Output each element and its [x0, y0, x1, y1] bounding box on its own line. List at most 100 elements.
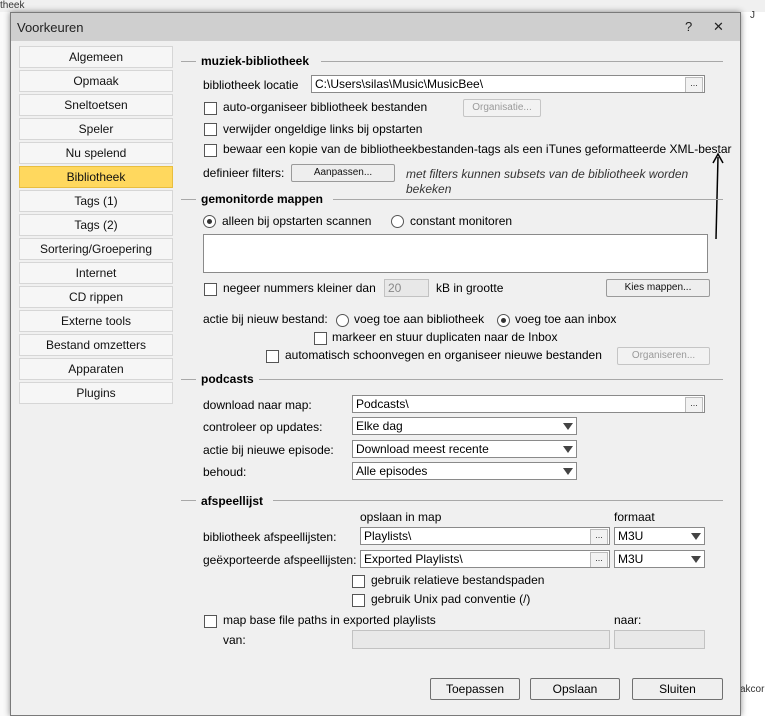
- constant-monitor-radio[interactable]: [391, 215, 404, 228]
- exported-playlists-label: geëxporteerde afspeellijsten:: [203, 553, 357, 567]
- section-divider: [181, 500, 196, 501]
- window-title: Voorkeuren: [17, 20, 84, 35]
- mark-duplicates-checkbox[interactable]: [314, 332, 327, 345]
- sidebar-item-apparaten[interactable]: Apparaten: [19, 358, 173, 380]
- preferences-dialog: Voorkeuren ? ✕ Algemeen Opmaak Sneltoets…: [10, 12, 741, 716]
- add-to-library-label: voeg toe aan bibliotheek: [354, 312, 485, 326]
- unix-paths-checkbox[interactable]: [352, 594, 365, 607]
- customize-filters-button[interactable]: Aanpassen...: [291, 164, 395, 182]
- sidebar-item-tags-1[interactable]: Tags (1): [19, 190, 173, 212]
- browse-library-playlists-button[interactable]: ...: [590, 529, 608, 544]
- sidebar-item-algemeen[interactable]: Algemeen: [19, 46, 173, 68]
- ignore-size-input[interactable]: 20: [384, 279, 429, 297]
- ignore-small-label: negeer nummers kleiner dan: [223, 281, 376, 295]
- close-window-button[interactable]: ✕: [713, 19, 724, 35]
- scan-startup-label: alleen bij opstarten scannen: [222, 214, 372, 228]
- ignore-unit-label: kB in grootte: [436, 281, 504, 295]
- remove-links-checkbox[interactable]: [204, 123, 217, 136]
- sidebar-item-bibliotheek[interactable]: Bibliotheek: [19, 166, 173, 188]
- podcast-updates-select[interactable]: Elke dag: [352, 417, 577, 435]
- section-title-playlists: afspeellijst: [201, 494, 264, 508]
- auto-clean-label: automatisch schoonvegen en organiseer ni…: [285, 348, 602, 362]
- save-button[interactable]: Opslaan: [530, 678, 620, 700]
- ignore-size-value: 20: [388, 281, 402, 295]
- sidebar-item-speler[interactable]: Speler: [19, 118, 173, 140]
- help-button[interactable]: ?: [685, 19, 692, 34]
- title-bar[interactable]: Voorkeuren ? ✕: [11, 13, 740, 41]
- scan-startup-radio[interactable]: [203, 215, 216, 228]
- auto-organize-label: auto-organiseer bibliotheek bestanden: [223, 100, 428, 114]
- from-label: van:: [223, 633, 246, 647]
- to-path-input[interactable]: [614, 630, 705, 649]
- dropdown-arrow-icon: [563, 423, 573, 430]
- organization-button[interactable]: Organisatie...: [463, 99, 541, 117]
- exported-playlists-value: Exported Playlists\: [364, 552, 463, 566]
- library-playlists-format-select[interactable]: M3U: [614, 527, 705, 545]
- save-in-folder-header: opslaan in map: [360, 510, 442, 524]
- browse-library-button[interactable]: ...: [685, 77, 703, 92]
- library-location-input[interactable]: C:\Users\silas\Music\MusicBee\ ...: [311, 75, 705, 93]
- auto-clean-checkbox[interactable]: [266, 350, 279, 363]
- to-label: naar:: [614, 613, 642, 627]
- unix-paths-label: gebruik Unix pad conventie (/): [371, 592, 531, 606]
- annotation-arrow-icon: [712, 152, 724, 240]
- library-playlists-input[interactable]: Playlists\ ...: [360, 527, 610, 545]
- podcast-updates-value: Elke dag: [356, 419, 403, 433]
- section-title-podcasts: podcasts: [201, 372, 254, 386]
- exported-playlists-input[interactable]: Exported Playlists\ ...: [360, 550, 610, 568]
- sidebar-item-bestand-omzetters[interactable]: Bestand omzetters: [19, 334, 173, 356]
- add-to-inbox-radio[interactable]: [497, 314, 510, 327]
- define-filters-label: definieer filters:: [203, 166, 285, 180]
- browse-exported-playlists-button[interactable]: ...: [590, 552, 608, 567]
- sidebar: Algemeen Opmaak Sneltoetsen Speler Nu sp…: [19, 46, 173, 406]
- sidebar-item-sortering[interactable]: Sortering/Groepering: [19, 238, 173, 260]
- sidebar-item-plugins[interactable]: Plugins: [19, 382, 173, 404]
- podcast-updates-label: controleer op updates:: [203, 420, 323, 434]
- exported-playlists-format-select[interactable]: M3U: [614, 550, 705, 568]
- sidebar-item-sneltoetsen[interactable]: Sneltoetsen: [19, 94, 173, 116]
- sidebar-item-tags-2[interactable]: Tags (2): [19, 214, 173, 236]
- browse-podcast-button[interactable]: ...: [685, 397, 703, 412]
- organize-new-button[interactable]: Organiseren...: [617, 347, 710, 365]
- choose-folders-button[interactable]: Kies mappen...: [606, 279, 710, 297]
- ignore-small-checkbox[interactable]: [204, 283, 217, 296]
- background-window-strip: [0, 0, 765, 12]
- monitored-folders-list[interactable]: [203, 234, 708, 273]
- section-divider: [321, 61, 723, 62]
- podcast-episode-value: Download meest recente: [356, 442, 489, 456]
- filters-hint-line2: bekeken: [406, 182, 452, 196]
- sidebar-item-nu-spelend[interactable]: Nu spelend: [19, 142, 173, 164]
- dropdown-arrow-icon: [563, 446, 573, 453]
- podcast-keep-select[interactable]: Alle episodes: [352, 462, 577, 480]
- new-file-action-label: actie bij nieuw bestand:: [203, 312, 328, 326]
- itunes-xml-label: bewaar een kopie van de bibliotheekbesta…: [223, 142, 732, 156]
- mark-duplicates-label: markeer en stuur duplicaten naar de Inbo…: [332, 330, 558, 344]
- section-divider: [181, 199, 196, 200]
- from-path-input[interactable]: [352, 630, 610, 649]
- section-divider: [273, 500, 723, 501]
- podcast-episode-select[interactable]: Download meest recente: [352, 440, 577, 458]
- podcast-download-label: download naar map:: [203, 398, 312, 412]
- sidebar-item-externe-tools[interactable]: Externe tools: [19, 310, 173, 332]
- sidebar-item-cd-rippen[interactable]: CD rippen: [19, 286, 173, 308]
- constant-monitor-label: constant monitoren: [410, 214, 513, 228]
- remove-links-label: verwijder ongeldige links bij opstarten: [223, 122, 423, 136]
- section-title-library: muziek-bibliotheek: [201, 54, 310, 68]
- library-playlists-format-value: M3U: [618, 529, 644, 543]
- relative-paths-checkbox[interactable]: [352, 575, 365, 588]
- dropdown-arrow-icon: [691, 533, 701, 540]
- itunes-xml-checkbox[interactable]: [204, 144, 217, 157]
- sidebar-item-opmaak[interactable]: Opmaak: [19, 70, 173, 92]
- dropdown-arrow-icon: [563, 468, 573, 475]
- auto-organize-checkbox[interactable]: [204, 102, 217, 115]
- close-button[interactable]: Sluiten: [632, 678, 723, 700]
- apply-button[interactable]: Toepassen: [430, 678, 520, 700]
- background-left-edge: [0, 12, 10, 716]
- add-to-library-radio[interactable]: [336, 314, 349, 327]
- podcast-download-value: Podcasts\: [356, 397, 409, 411]
- map-base-paths-checkbox[interactable]: [204, 615, 217, 628]
- sidebar-item-internet[interactable]: Internet: [19, 262, 173, 284]
- relative-paths-label: gebruik relatieve bestandspaden: [371, 573, 545, 587]
- podcast-download-input[interactable]: Podcasts\ ...: [352, 395, 705, 413]
- podcast-episode-label: actie bij nieuwe episode:: [203, 443, 334, 457]
